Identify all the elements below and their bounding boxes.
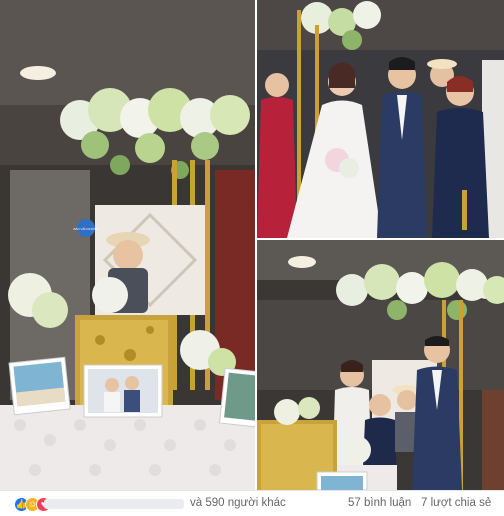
wedding-reception-table-photo[interactable]: BÀN VĂN PHÒNG [0,0,255,490]
bride-groom-family-photo[interactable] [257,0,504,238]
comments-count-link[interactable]: 57 bình luận [348,497,411,509]
shares-count-link[interactable]: 7 lượt chia sẻ [421,497,491,509]
blurred-reactor-names [44,499,184,509]
reaction-count-text[interactable]: và 590 người khác [190,497,286,509]
engagement-bar: 👍 ☺ ♥ và 590 người khác 57 bình luận 7 l… [0,490,504,516]
office-table-sign: BÀN VĂN PHÒNG [73,226,99,231]
groom-with-guests-photo[interactable] [257,240,504,490]
